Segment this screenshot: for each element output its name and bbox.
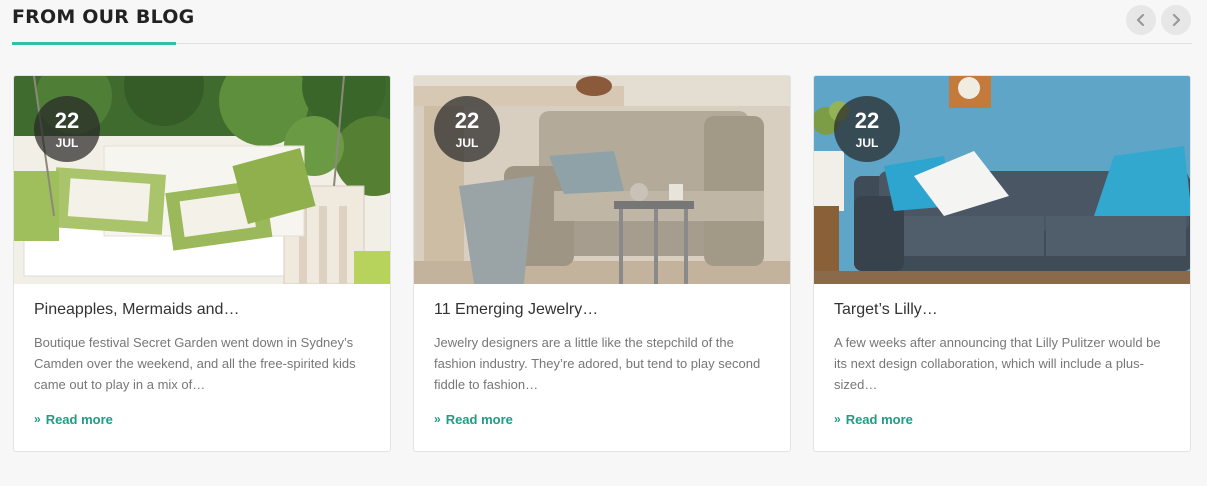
post-title[interactable]: Target’s Lilly… [834, 301, 1174, 319]
post-excerpt: Boutique festival Secret Garden went dow… [34, 335, 356, 392]
read-more-label: Read more [845, 412, 913, 427]
blog-card: 22 JUL Pineapples, Mermaids and… Boutiqu… [13, 75, 391, 452]
date-badge: 22 JUL [434, 96, 500, 162]
double-chevron-right-icon: » [434, 412, 441, 426]
date-month: JUL [55, 136, 79, 150]
read-more-link[interactable]: » Read more [834, 412, 913, 427]
section-title: FROM OUR BLOG [12, 6, 195, 28]
post-image[interactable]: 22 JUL [814, 76, 1190, 284]
post-image[interactable]: 22 JUL [14, 76, 390, 284]
read-more-link[interactable]: » Read more [34, 412, 113, 427]
post-image[interactable]: 22 JUL [414, 76, 790, 284]
title-underline [12, 42, 176, 45]
double-chevron-right-icon: » [834, 412, 841, 426]
post-title[interactable]: Pineapples, Mermaids and… [34, 301, 374, 319]
read-more-label: Read more [445, 412, 513, 427]
blog-card: 22 JUL Target’s Lilly… A few weeks after… [813, 75, 1191, 452]
post-excerpt: Jewelry designers are a little like the … [434, 335, 761, 392]
date-month: JUL [455, 136, 479, 150]
blog-card: 22 JUL 11 Emerging Jewelry… Jewelry desi… [413, 75, 791, 452]
date-month: JUL [855, 136, 879, 150]
date-day: 22 [854, 108, 880, 133]
post-title[interactable]: 11 Emerging Jewelry… [434, 301, 774, 319]
post-excerpt: A few weeks after announcing that Lilly … [834, 335, 1161, 392]
date-day: 22 [54, 108, 80, 133]
chevron-right-icon [1172, 14, 1181, 26]
double-chevron-right-icon: » [34, 412, 41, 426]
read-more-link[interactable]: » Read more [434, 412, 513, 427]
date-badge: 22 JUL [34, 96, 100, 162]
blog-section-header: FROM OUR BLOG [12, 0, 1192, 45]
date-badge: 22 JUL [834, 96, 900, 162]
read-more-label: Read more [45, 412, 113, 427]
date-day: 22 [454, 108, 480, 133]
carousel-prev-button[interactable] [1126, 5, 1156, 35]
carousel-next-button[interactable] [1161, 5, 1191, 35]
chevron-left-icon [1136, 14, 1145, 26]
